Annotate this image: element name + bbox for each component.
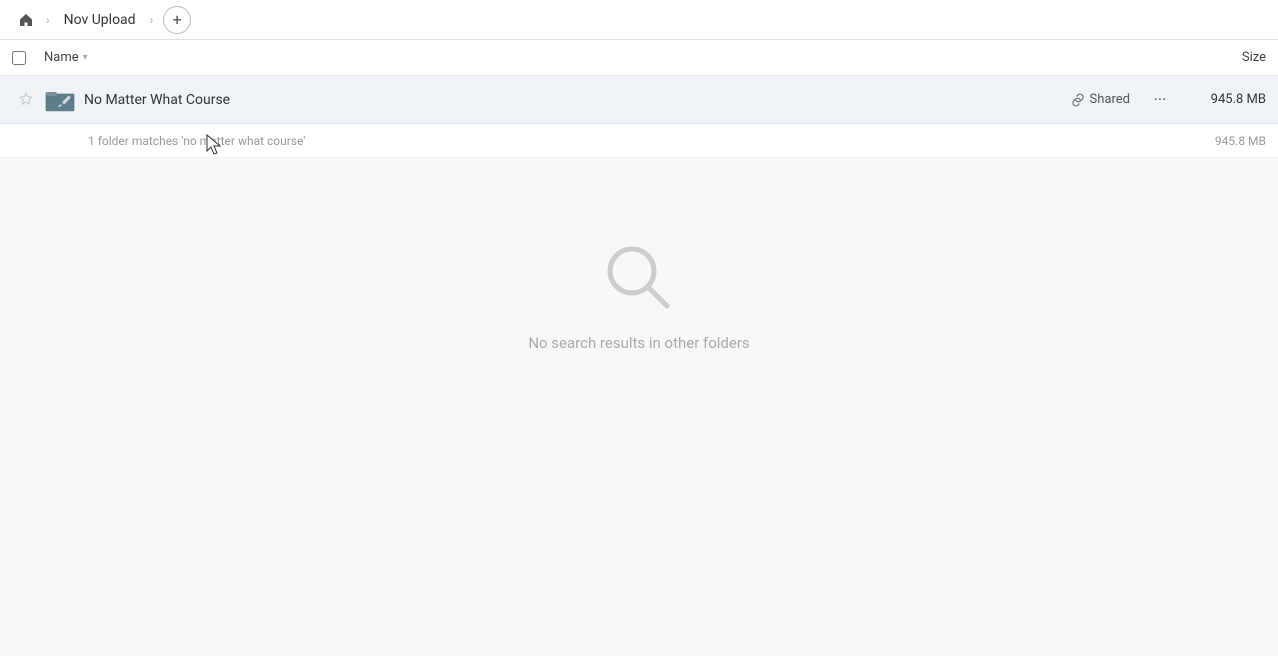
name-column-header[interactable]: Name ▾: [44, 50, 1166, 65]
more-options-button[interactable]: ···: [1146, 86, 1174, 114]
folder-icon: [44, 84, 76, 116]
no-results-message: No search results in other folders: [528, 334, 749, 352]
add-button[interactable]: +: [163, 6, 191, 34]
empty-state: No search results in other folders: [0, 158, 1278, 352]
home-button[interactable]: [12, 6, 40, 34]
breadcrumb-nov-upload[interactable]: Nov Upload: [56, 8, 144, 32]
star-icon: [18, 92, 34, 108]
sort-chevron-icon: ▾: [83, 52, 88, 63]
file-size: 945.8 MB: [1186, 92, 1266, 107]
breadcrumb-bar: › Nov Upload › +: [0, 0, 1278, 40]
breadcrumb-separator-1: ›: [46, 13, 50, 27]
file-row[interactable]: No Matter What Course Shared ··· 945.8 M…: [0, 76, 1278, 124]
column-header-row: Name ▾ Size: [0, 40, 1278, 76]
size-column-header: Size: [1166, 50, 1266, 65]
home-icon: [18, 12, 34, 28]
file-name: No Matter What Course: [80, 92, 1071, 108]
link-icon: [1071, 93, 1085, 107]
no-results-search-icon: [599, 238, 679, 318]
shared-badge: Shared: [1071, 92, 1130, 107]
match-info-text: 1 folder matches 'no matter what course': [88, 134, 1186, 148]
select-all-checkbox-col[interactable]: [12, 51, 44, 65]
select-all-checkbox[interactable]: [12, 51, 26, 65]
match-info-size: 945.8 MB: [1186, 134, 1266, 148]
breadcrumb-separator-2: ›: [150, 13, 154, 27]
match-info-row: 1 folder matches 'no matter what course'…: [0, 124, 1278, 158]
more-icon: ···: [1154, 90, 1167, 109]
star-col[interactable]: [12, 92, 40, 108]
folder-icon-col: [40, 84, 80, 116]
